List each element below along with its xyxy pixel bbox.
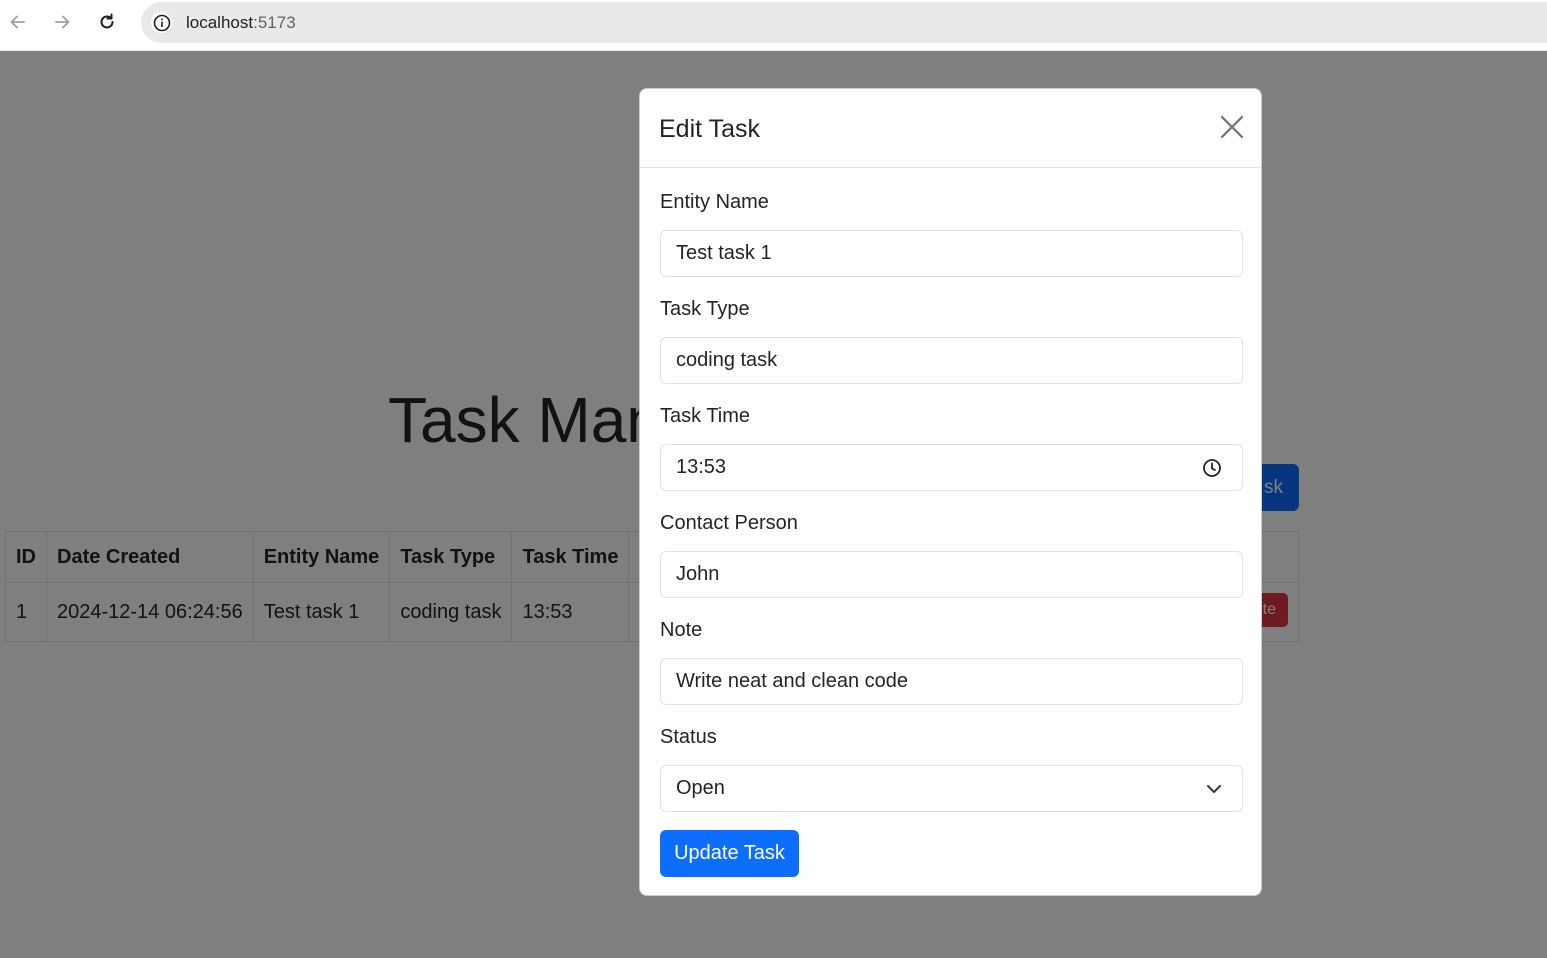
task-type-input[interactable]: coding task xyxy=(660,337,1243,384)
url-port: :5173 xyxy=(253,13,296,32)
edit-task-modal: Edit Task Entity Name Test task 1 Task T… xyxy=(639,88,1262,896)
clock-icon[interactable] xyxy=(1202,458,1222,478)
reload-button[interactable] xyxy=(93,8,121,36)
back-button[interactable] xyxy=(4,8,32,36)
forward-button[interactable] xyxy=(48,8,76,36)
status-select[interactable]: Open xyxy=(660,765,1243,812)
note-value: Write neat and clean code xyxy=(676,670,909,692)
contact-person-field: Contact Person John xyxy=(660,512,1243,598)
task-type-field: Task Type coding task xyxy=(660,298,1243,384)
contact-person-input[interactable]: John xyxy=(660,551,1243,598)
status-field: Status Open xyxy=(660,726,1243,812)
chevron-down-icon xyxy=(1204,779,1224,799)
task-time-field: Task Time 13:53 xyxy=(660,405,1243,491)
contact-person-label: Contact Person xyxy=(660,512,798,534)
url-host: localhost xyxy=(186,13,254,32)
note-label: Note xyxy=(660,619,703,641)
contact-person-value: John xyxy=(676,563,720,585)
status-value: Open xyxy=(676,777,725,799)
entity-name-label: Entity Name xyxy=(660,191,769,213)
url-text: localhost:5173 xyxy=(186,13,296,33)
note-input[interactable]: Write neat and clean code xyxy=(660,658,1243,705)
address-bar[interactable]: localhost:5173 xyxy=(141,2,1547,43)
task-type-value: coding task xyxy=(676,349,778,371)
entity-name-value: Test task 1 xyxy=(676,242,772,264)
close-icon xyxy=(1220,115,1244,144)
entity-name-field: Entity Name Test task 1 xyxy=(660,191,1243,277)
task-time-label: Task Time xyxy=(660,405,751,427)
update-task-button[interactable]: Update Task xyxy=(660,830,799,877)
task-time-input[interactable]: 13:53 xyxy=(660,444,1243,491)
close-button[interactable] xyxy=(1218,115,1246,143)
back-arrow-icon xyxy=(8,12,28,32)
task-type-label: Task Type xyxy=(660,298,750,320)
site-info-icon[interactable] xyxy=(151,12,172,33)
status-label: Status xyxy=(660,726,717,748)
reload-icon xyxy=(97,12,117,32)
task-time-value: 13:53 xyxy=(676,456,727,478)
note-field: Note Write neat and clean code xyxy=(660,619,1243,705)
entity-name-input[interactable]: Test task 1 xyxy=(660,230,1243,277)
forward-arrow-icon xyxy=(52,12,72,32)
browser-toolbar: localhost:5173 xyxy=(0,0,1547,51)
modal-title: Edit Task xyxy=(659,115,760,143)
modal-header: Edit Task xyxy=(640,89,1261,168)
